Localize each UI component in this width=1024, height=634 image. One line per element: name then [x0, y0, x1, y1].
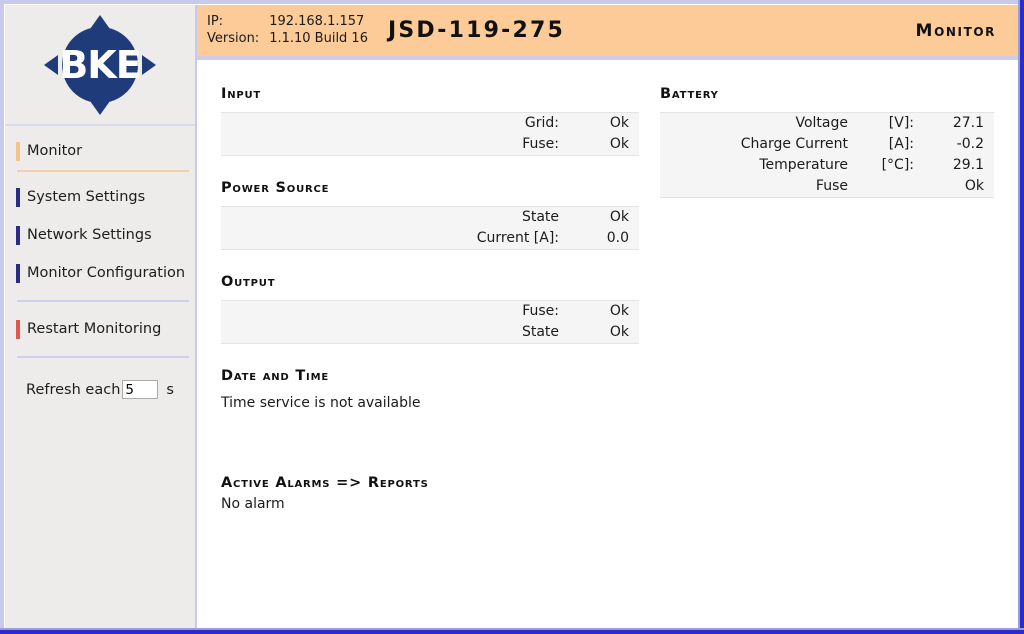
power-source-table: State Ok Current [A]: 0.0	[221, 206, 639, 250]
section-title-date-and-time: Date and Time	[221, 368, 329, 384]
section-active-alarms: Active Alarms => Reports No alarm	[221, 475, 639, 514]
refresh-interval-control: Refresh each s	[5, 380, 195, 399]
battery-temperature-unit: [°C]:	[881, 157, 914, 173]
active-alarms-status: No alarm	[221, 496, 285, 512]
power-state-value: Ok	[609, 209, 629, 225]
input-grid-value: Ok	[609, 115, 629, 131]
window-border-bottom	[0, 630, 1024, 634]
sidebar-item-label-monitor-configuration: Monitor Configuration	[27, 265, 186, 281]
section-date-and-time: Date and Time Time service is not availa…	[221, 368, 639, 413]
section-title-active-alarms: Active Alarms => Reports	[221, 475, 429, 491]
left-column: Input Grid: Ok Fuse: Ok Power Source Sta…	[197, 86, 639, 628]
date-and-time-status: Time service is not available	[221, 395, 421, 411]
sidebar-item-network-settings[interactable]: Network Settings	[5, 216, 195, 254]
nav-accent-bar-monitor	[16, 142, 20, 161]
window-border-top	[0, 0, 1024, 4]
table-row: Current [A]: 0.0	[221, 228, 639, 250]
sidebar-divider-bottom	[17, 356, 189, 358]
power-current-label: Current [A]:	[476, 230, 559, 246]
main-area: IP: 192.168.1.157 Version: 1.1.10 Build …	[197, 5, 1018, 628]
content-columns: Input Grid: Ok Fuse: Ok Power Source Sta…	[197, 60, 1018, 628]
refresh-interval-input[interactable]	[122, 380, 159, 399]
table-row: Fuse Ok	[660, 176, 994, 198]
output-state-value: Ok	[609, 324, 629, 340]
battery-charge-current-value: -0.2	[956, 136, 984, 152]
refresh-label: Refresh each	[26, 381, 121, 398]
nav-accent-bar-restart-monitoring	[16, 320, 20, 339]
sidebar-item-restart-monitoring[interactable]: Restart Monitoring	[5, 310, 195, 348]
nav-accent-bar-system-settings	[16, 188, 20, 207]
battery-fuse-unit	[848, 176, 914, 198]
header-bar: IP: 192.168.1.157 Version: 1.1.10 Build …	[197, 5, 1018, 60]
nav-accent-bar-network-settings	[16, 226, 20, 245]
right-column: Battery Voltage [V]: 27.1 Charge Current	[639, 86, 1018, 628]
table-row: Charge Current [A]: -0.2	[660, 134, 994, 155]
device-title: JSD-119-275	[387, 18, 565, 43]
section-input: Input Grid: Ok Fuse: Ok	[221, 86, 639, 156]
table-row: Fuse: Ok	[221, 301, 639, 323]
sidebar-item-label-monitor: Monitor	[27, 143, 83, 159]
ip-label: IP:	[207, 14, 224, 29]
battery-fuse-value: Ok	[964, 178, 984, 194]
table-row: Temperature [°C]: 29.1	[660, 155, 994, 176]
sidebar-item-label-restart-monitoring: Restart Monitoring	[27, 321, 162, 337]
sidebar-item-monitor[interactable]: Monitor	[5, 132, 195, 170]
battery-charge-current-unit: [A]:	[888, 136, 914, 152]
table-row: Voltage [V]: 27.1	[660, 113, 994, 135]
sidebar-item-monitor-configuration[interactable]: Monitor Configuration	[5, 254, 195, 292]
table-row: State Ok	[221, 322, 639, 344]
page-body: BKE Monitor System Settings Network Sett…	[5, 5, 1018, 628]
version-value: 1.1.10 Build 16	[269, 31, 368, 46]
battery-fuse-label: Fuse	[815, 178, 848, 194]
section-power-source: Power Source State Ok Current [A]: 0.0	[221, 180, 639, 250]
sidebar-item-label-network-settings: Network Settings	[27, 227, 152, 243]
battery-table: Voltage [V]: 27.1 Charge Current [A]: -0…	[660, 112, 994, 198]
sidebar-divider-top	[17, 300, 189, 302]
page-title: Monitor	[915, 20, 996, 41]
application-window: BKE Monitor System Settings Network Sett…	[0, 0, 1024, 634]
sidebar: BKE Monitor System Settings Network Sett…	[5, 5, 197, 628]
battery-charge-current-label: Charge Current	[740, 136, 848, 152]
table-row: Fuse: Ok	[221, 134, 639, 156]
sidebar-item-label-system-settings: System Settings	[27, 189, 146, 205]
input-fuse-value: Ok	[609, 136, 629, 152]
battery-temperature-label: Temperature	[759, 157, 848, 173]
input-fuse-label: Fuse:	[522, 136, 559, 152]
battery-voltage-value: 27.1	[952, 115, 984, 131]
ip-value: 192.168.1.157	[269, 14, 365, 29]
window-border-right	[1020, 0, 1024, 634]
table-row: State Ok	[221, 207, 639, 229]
version-label: Version:	[207, 31, 260, 46]
output-state-label: State	[521, 324, 559, 340]
input-grid-label: Grid:	[524, 115, 559, 131]
battery-voltage-label: Voltage	[795, 115, 848, 131]
device-meta: IP: 192.168.1.157 Version: 1.1.10 Build …	[207, 14, 368, 47]
output-fuse-label: Fuse:	[522, 303, 559, 319]
power-current-value: 0.0	[606, 230, 629, 246]
nav-accent-bar-monitor-configuration	[16, 264, 20, 283]
refresh-unit-label: s	[166, 381, 174, 398]
sidebar-nav: Monitor System Settings Network Settings…	[5, 126, 195, 399]
output-table: Fuse: Ok State Ok	[221, 300, 639, 344]
sidebar-item-system-settings[interactable]: System Settings	[5, 178, 195, 216]
svg-text:BKE: BKE	[59, 43, 140, 87]
section-title-output: Output	[221, 274, 276, 290]
window-border-left	[0, 0, 4, 634]
section-title-input: Input	[221, 86, 262, 102]
section-output: Output Fuse: Ok State Ok	[221, 274, 639, 344]
power-state-label: State	[521, 209, 559, 225]
logo-container: BKE	[5, 5, 195, 126]
section-title-power-source: Power Source	[221, 180, 330, 196]
battery-temperature-value: 29.1	[952, 157, 984, 173]
output-fuse-value: Ok	[609, 303, 629, 319]
input-table: Grid: Ok Fuse: Ok	[221, 112, 639, 156]
bke-logo-icon: BKE	[44, 14, 156, 115]
section-battery: Battery Voltage [V]: 27.1 Charge Current	[660, 86, 994, 198]
sidebar-active-underline	[17, 170, 189, 172]
table-row: Grid: Ok	[221, 113, 639, 135]
section-title-battery: Battery	[660, 86, 719, 102]
battery-voltage-unit: [V]:	[888, 115, 914, 131]
